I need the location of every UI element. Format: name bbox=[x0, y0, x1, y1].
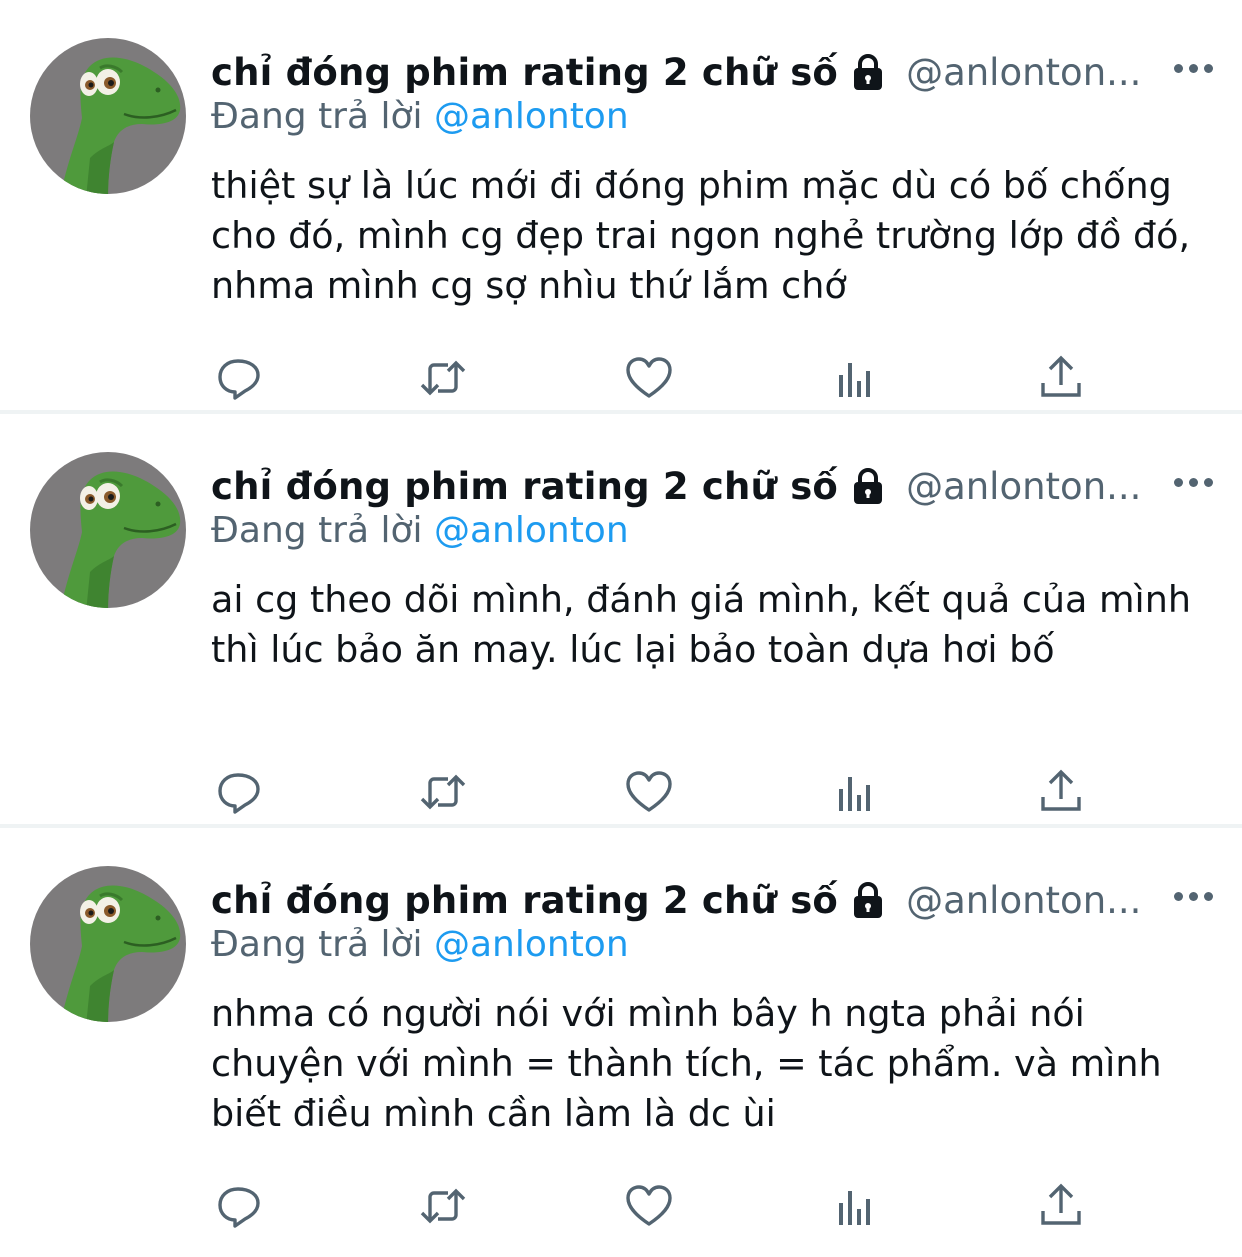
share-icon bbox=[1041, 355, 1081, 397]
analytics-icon bbox=[839, 777, 870, 811]
avatar[interactable] bbox=[30, 452, 186, 608]
views-button[interactable] bbox=[828, 350, 884, 406]
tweet-actions bbox=[211, 350, 1091, 406]
retweet-button[interactable] bbox=[415, 350, 471, 406]
avatar[interactable] bbox=[30, 38, 186, 194]
more-dots-icon[interactable] bbox=[1172, 882, 1216, 912]
like-button[interactable] bbox=[621, 350, 677, 406]
retweet-icon bbox=[420, 774, 466, 810]
user-handle[interactable]: @anlonton... bbox=[906, 51, 1148, 94]
lock-icon bbox=[848, 880, 888, 920]
replying-to: Đang trả lời @anlonton bbox=[211, 924, 629, 965]
heart-icon bbox=[626, 771, 672, 812]
tweet[interactable]: chỉ đóng phim rating 2 chữ số @anlonton.… bbox=[0, 414, 1242, 828]
retweet-button[interactable] bbox=[415, 1178, 471, 1234]
replying-to: Đang trả lời @anlonton bbox=[211, 510, 629, 551]
tweet-feed: chỉ đóng phim rating 2 chữ số @anlonton.… bbox=[0, 0, 1242, 1243]
heart-icon bbox=[626, 1185, 672, 1226]
analytics-icon bbox=[839, 363, 870, 397]
replying-to-label: Đang trả lời bbox=[211, 96, 434, 137]
reply-icon bbox=[218, 773, 260, 814]
share-button[interactable] bbox=[1033, 350, 1089, 406]
mention-link[interactable]: @anlonton bbox=[434, 510, 629, 551]
reply-icon bbox=[218, 1187, 260, 1228]
share-icon bbox=[1041, 1183, 1081, 1225]
replying-to: Đang trả lời @anlonton bbox=[211, 96, 629, 137]
more-dots-icon[interactable] bbox=[1172, 468, 1216, 498]
retweet-button[interactable] bbox=[415, 764, 471, 820]
reply-button[interactable] bbox=[211, 350, 267, 406]
tweet-header: chỉ đóng phim rating 2 chữ số @anlonton.… bbox=[211, 870, 1242, 930]
views-button[interactable] bbox=[828, 764, 884, 820]
lock-icon bbox=[848, 466, 888, 506]
retweet-icon bbox=[420, 1188, 466, 1224]
user-handle[interactable]: @anlonton... bbox=[906, 465, 1148, 508]
like-button[interactable] bbox=[621, 764, 677, 820]
tweet-actions bbox=[211, 1178, 1091, 1234]
share-button[interactable] bbox=[1033, 764, 1089, 820]
reply-button[interactable] bbox=[211, 764, 267, 820]
display-name[interactable]: chỉ đóng phim rating 2 chữ số bbox=[211, 51, 838, 94]
tweet-header: chỉ đóng phim rating 2 chữ số @anlonton.… bbox=[211, 456, 1242, 516]
replying-to-label: Đang trả lời bbox=[211, 510, 434, 551]
tweet-header: chỉ đóng phim rating 2 chữ số @anlonton.… bbox=[211, 42, 1242, 102]
views-button[interactable] bbox=[828, 1178, 884, 1234]
avatar[interactable] bbox=[30, 866, 186, 1022]
tweet[interactable]: chỉ đóng phim rating 2 chữ số @anlonton.… bbox=[0, 0, 1242, 414]
tweet-text: thiệt sự là lúc mới đi đóng phim mặc dù … bbox=[211, 164, 1191, 307]
display-name[interactable]: chỉ đóng phim rating 2 chữ số bbox=[211, 879, 838, 922]
mention-link[interactable]: @anlonton bbox=[434, 924, 629, 965]
heart-icon bbox=[626, 357, 672, 398]
user-handle[interactable]: @anlonton... bbox=[906, 879, 1148, 922]
replying-to-label: Đang trả lời bbox=[211, 924, 434, 965]
retweet-icon bbox=[420, 360, 466, 396]
mention-link[interactable]: @anlonton bbox=[434, 96, 629, 137]
more-dots-icon[interactable] bbox=[1172, 54, 1216, 84]
reply-button[interactable] bbox=[211, 1178, 267, 1234]
share-button[interactable] bbox=[1033, 1178, 1089, 1234]
share-icon bbox=[1041, 769, 1081, 811]
reply-icon bbox=[218, 359, 260, 400]
lock-icon bbox=[848, 52, 888, 92]
display-name[interactable]: chỉ đóng phim rating 2 chữ số bbox=[211, 465, 838, 508]
like-button[interactable] bbox=[621, 1178, 677, 1234]
tweet-actions bbox=[211, 764, 1091, 820]
tweet-text: nhma có người nói với mình bây h ngta ph… bbox=[211, 992, 1162, 1135]
tweet-text: ai cg theo dõi mình, đánh giá mình, kết … bbox=[211, 578, 1191, 671]
analytics-icon bbox=[839, 1191, 870, 1225]
tweet[interactable]: chỉ đóng phim rating 2 chữ số @anlonton.… bbox=[0, 828, 1242, 1243]
